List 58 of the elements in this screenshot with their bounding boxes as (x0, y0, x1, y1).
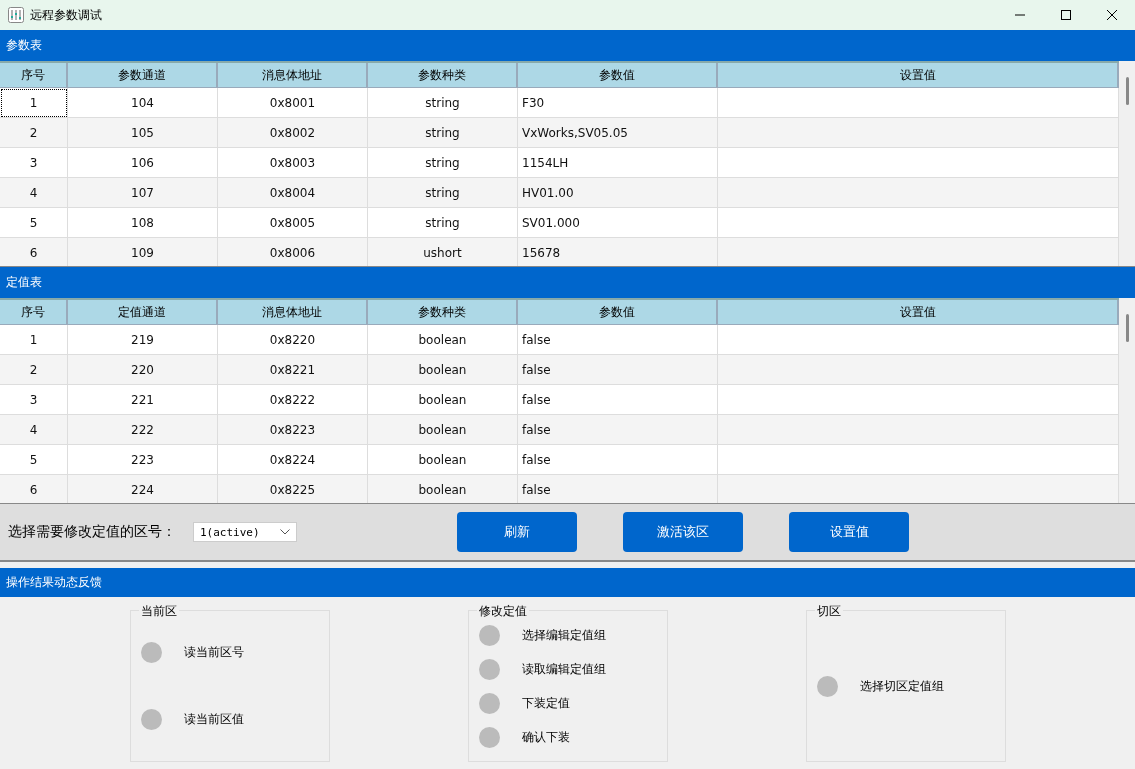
status-label: 确认下装 (522, 728, 570, 746)
table-cell[interactable]: string (368, 118, 518, 148)
column-header[interactable]: 序号 (0, 300, 68, 325)
action-button[interactable]: 刷新 (457, 512, 577, 552)
table-cell[interactable]: false (518, 355, 718, 385)
table-cell[interactable]: string (368, 178, 518, 208)
group-title: 当前区 (139, 603, 179, 620)
table-cell[interactable] (718, 355, 1119, 385)
status-label: 读当前区值 (184, 711, 244, 728)
scrollbar-thumb[interactable] (1126, 77, 1129, 105)
zone-label: 选择需要修改定值的区号： (8, 523, 177, 541)
table-cell[interactable] (718, 415, 1119, 445)
group-title: 修改定值 (477, 603, 529, 620)
table-cell[interactable]: boolean (368, 415, 518, 445)
section-header: 操作结果动态反馈 (0, 568, 1135, 597)
table-cell[interactable]: VxWorks,SV05.05 (518, 118, 718, 148)
column-header[interactable]: 参数种类 (368, 300, 518, 325)
table-cell[interactable]: false (518, 415, 718, 445)
action-button[interactable]: 设置值 (789, 512, 909, 552)
table-cell[interactable]: 222 (68, 415, 218, 445)
table-cell[interactable]: 220 (68, 355, 218, 385)
column-header[interactable]: 定值通道 (68, 300, 218, 325)
section-header: 参数表 (0, 30, 1135, 61)
table-cell[interactable]: 0x8004 (218, 178, 368, 208)
group-title: 切区 (815, 603, 843, 620)
section-header: 定值表 (0, 267, 1135, 298)
table-cell[interactable]: boolean (368, 355, 518, 385)
table-cell[interactable]: 0x8223 (218, 415, 368, 445)
column-header[interactable]: 消息体地址 (218, 63, 368, 88)
scrollbar-thumb[interactable] (1126, 314, 1129, 342)
table-cell[interactable] (718, 118, 1119, 148)
window-title: 远程参数调试 (30, 6, 102, 24)
zone-dropdown[interactable]: 1(active) (193, 522, 297, 542)
sliders-icon (8, 7, 24, 23)
status-label: 选择切区定值组 (860, 677, 944, 695)
status-label: 读取编辑定值组 (522, 660, 606, 678)
column-header[interactable]: 参数种类 (368, 63, 518, 88)
table-cell[interactable]: HV01.00 (518, 178, 718, 208)
action-button[interactable]: 激活该区 (623, 512, 743, 552)
table-cell[interactable]: 1 (0, 88, 68, 118)
table-cell[interactable]: 2 (0, 355, 68, 385)
column-header[interactable]: 参数值 (518, 63, 718, 88)
table-cell[interactable]: 107 (68, 178, 218, 208)
status-label: 下装定值 (522, 694, 570, 712)
table-cell[interactable] (718, 178, 1119, 208)
table-cell[interactable]: 0x8002 (218, 118, 368, 148)
column-header[interactable]: 参数通道 (68, 63, 218, 88)
table-cell[interactable]: 4 (0, 415, 68, 445)
table-cell[interactable]: 2 (0, 118, 68, 148)
column-header[interactable]: 参数值 (518, 300, 718, 325)
column-header[interactable]: 序号 (0, 63, 68, 88)
status-label: 读当前区号 (184, 644, 244, 661)
chevron-down-icon (280, 529, 290, 535)
table-cell[interactable]: 105 (68, 118, 218, 148)
column-header[interactable]: 消息体地址 (218, 300, 368, 325)
status-label: 选择编辑定值组 (522, 626, 606, 644)
table-cell[interactable]: 4 (0, 178, 68, 208)
table-cell[interactable]: 0x8221 (218, 355, 368, 385)
